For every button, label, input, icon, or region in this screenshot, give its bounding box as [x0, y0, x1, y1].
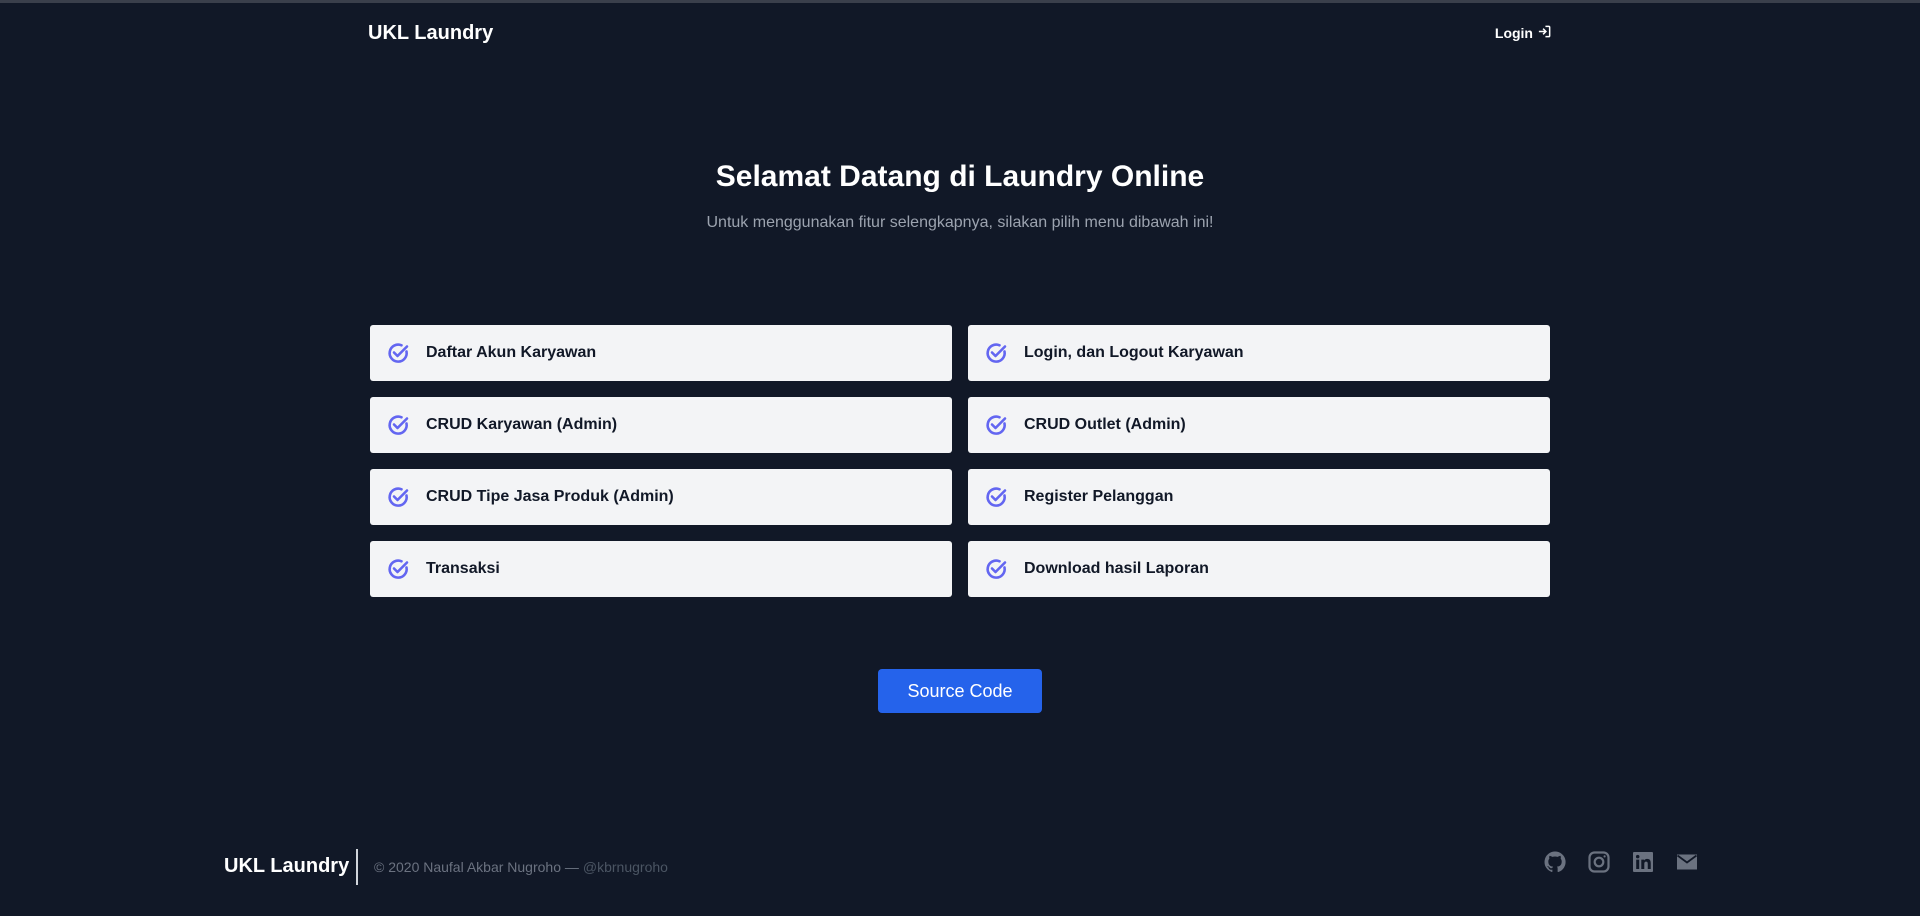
feature-label: Daftar Akun Karyawan: [426, 344, 597, 361]
footer-brand[interactable]: UKL Laundry: [224, 855, 349, 878]
hero-subtitle: Untuk menggunakan fitur selengkapnya, si…: [706, 214, 1214, 231]
instagram-icon[interactable]: [1587, 850, 1611, 874]
github-icon[interactable]: [1543, 850, 1567, 874]
feature-label: CRUD Outlet (Admin): [1024, 416, 1186, 433]
badge-check-icon: [386, 413, 410, 437]
feature-item: Transaksi: [370, 541, 952, 597]
author-handle-link[interactable]: @kbrnugroho: [583, 859, 668, 875]
feature-item: Daftar Akun Karyawan: [370, 325, 952, 381]
feature-list: Daftar Akun Karyawan Login, dan Logout K…: [370, 325, 1550, 597]
feature-label: CRUD Tipe Jasa Produk (Admin): [426, 488, 674, 505]
badge-check-icon: [386, 341, 410, 365]
feature-label: Download hasil Laporan: [1024, 560, 1209, 577]
feature-item: CRUD Tipe Jasa Produk (Admin): [370, 469, 952, 525]
feature-label: Login, dan Logout Karyawan: [1024, 344, 1244, 361]
badge-check-icon: [984, 413, 1008, 437]
feature-label: CRUD Karyawan (Admin): [426, 416, 618, 433]
feature-item: Register Pelanggan: [968, 469, 1550, 525]
feature-label: Transaksi: [426, 560, 500, 577]
feature-item: CRUD Karyawan (Admin): [370, 397, 952, 453]
top-border: [0, 0, 1920, 3]
badge-check-icon: [984, 341, 1008, 365]
mail-icon[interactable]: [1675, 850, 1699, 874]
hero-title: Selamat Datang di Laundry Online: [715, 160, 1205, 193]
badge-check-icon: [386, 557, 410, 581]
brand-logo[interactable]: UKL Laundry: [368, 22, 493, 45]
footer-divider: [356, 849, 358, 885]
login-label: Login: [1494, 25, 1533, 41]
badge-check-icon: [984, 557, 1008, 581]
footer-copyright: © 2020 Naufal Akbar Nugroho — @kbrnugroho: [374, 859, 668, 875]
linkedin-icon[interactable]: [1631, 850, 1655, 874]
feature-item: Download hasil Laporan: [968, 541, 1550, 597]
feature-item: CRUD Outlet (Admin): [968, 397, 1550, 453]
copyright-text: © 2020 Naufal Akbar Nugroho —: [374, 859, 579, 875]
feature-label: Register Pelanggan: [1024, 488, 1174, 505]
feature-item: Login, dan Logout Karyawan: [968, 325, 1550, 381]
badge-check-icon: [984, 485, 1008, 509]
login-icon: [1537, 24, 1552, 42]
social-links: [1543, 850, 1699, 874]
badge-check-icon: [386, 485, 410, 509]
source-code-button[interactable]: Source Code: [878, 669, 1042, 713]
login-button[interactable]: Login: [1495, 24, 1552, 42]
